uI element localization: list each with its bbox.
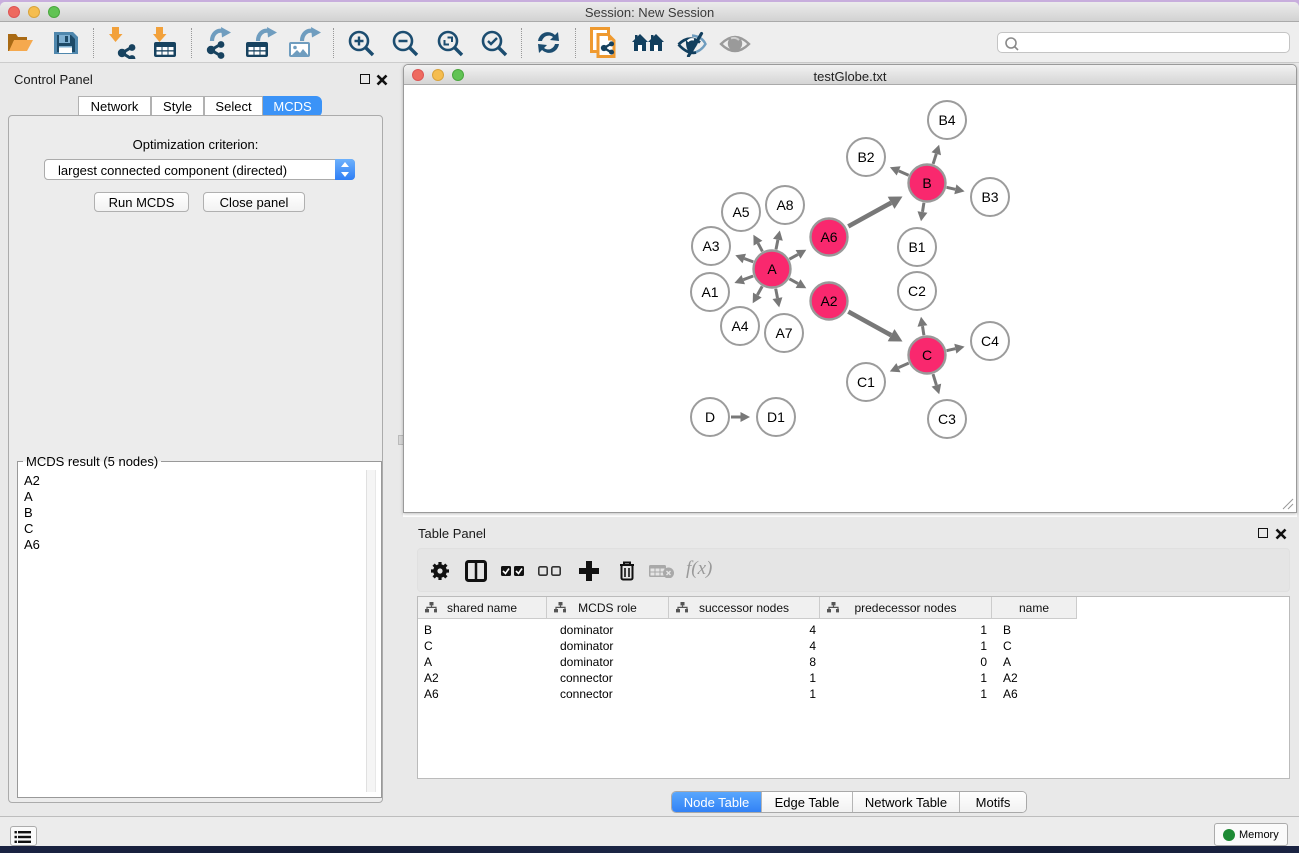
svg-text:D: D	[705, 409, 715, 425]
svg-text:C: C	[922, 347, 932, 363]
svg-text:A3: A3	[702, 238, 719, 254]
svg-text:A1: A1	[701, 284, 718, 300]
svg-text:B1: B1	[908, 239, 925, 255]
svg-text:A7: A7	[775, 325, 792, 341]
svg-text:B4: B4	[938, 112, 955, 128]
svg-text:C1: C1	[857, 374, 875, 390]
svg-text:A4: A4	[731, 318, 748, 334]
svg-text:D1: D1	[767, 409, 785, 425]
svg-text:B3: B3	[981, 189, 998, 205]
svg-text:C4: C4	[981, 333, 999, 349]
svg-text:C2: C2	[908, 283, 926, 299]
svg-text:A: A	[767, 261, 777, 277]
svg-text:A6: A6	[820, 229, 837, 245]
svg-text:B: B	[922, 175, 931, 191]
svg-text:A8: A8	[776, 197, 793, 213]
svg-text:C3: C3	[938, 411, 956, 427]
svg-text:A2: A2	[820, 293, 837, 309]
svg-text:A5: A5	[732, 204, 749, 220]
svg-text:B2: B2	[857, 149, 874, 165]
